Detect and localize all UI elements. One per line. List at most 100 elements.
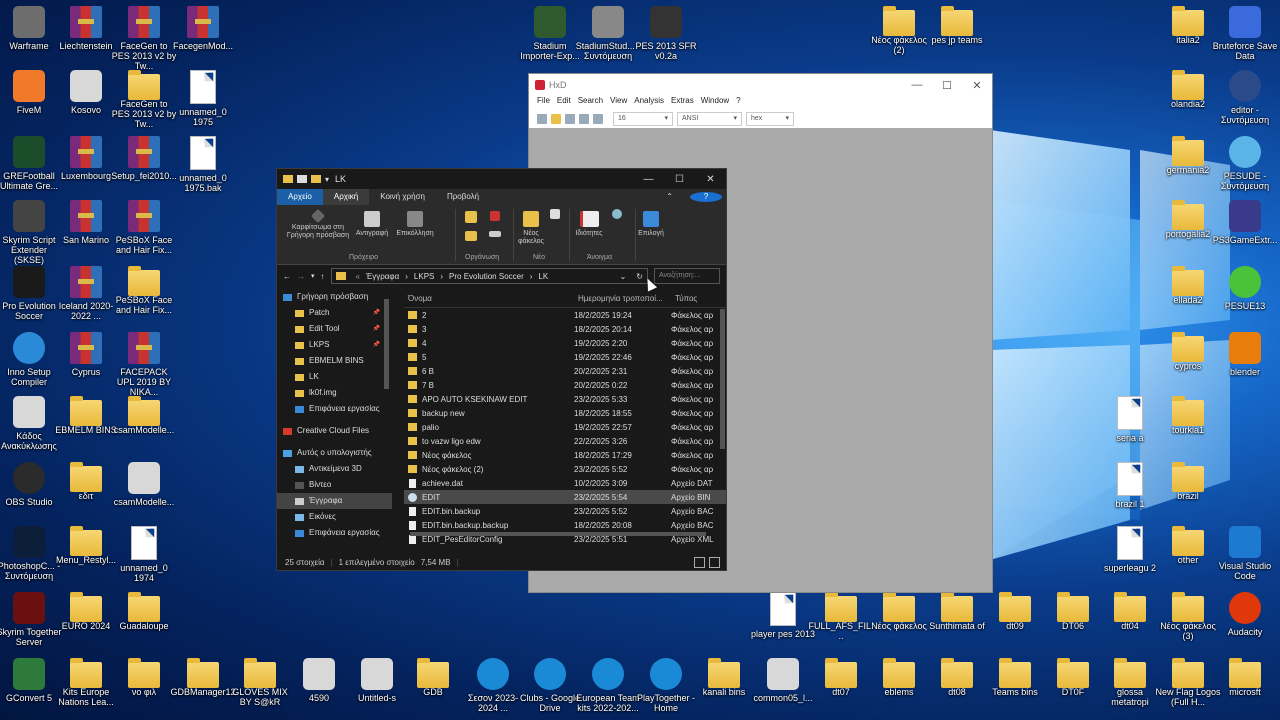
desktop-icon[interactable]: PlayTogether - Home (633, 658, 699, 713)
desktop-icon[interactable]: PES 2013 SFR v0.2a (633, 6, 699, 61)
file-row[interactable]: backup new 18/2/2025 18:55 Φάκελος αρ (404, 406, 726, 420)
nav-scrollbar[interactable] (384, 299, 389, 389)
desktop-icon[interactable]: Sunthimata of (924, 592, 990, 631)
desktop-icon[interactable]: FaceGen to PES 2013 v2 by Tw... (111, 70, 177, 129)
desktop-icon[interactable]: PESUDE - Συντόμευση (1212, 136, 1278, 191)
nav-item[interactable]: Επιφάνεια εργασίας (277, 401, 392, 417)
menu-extras[interactable]: Extras (671, 96, 694, 110)
file-row[interactable]: EDIT.bin.backup.backup 18/2/2025 20:08 Αρχ… (404, 518, 726, 532)
nav-item[interactable]: Αντικείμενα 3D (277, 461, 392, 477)
file-row[interactable]: 3 18/2/2025 20:14 Φάκελος αρ (404, 322, 726, 336)
desktop-icon[interactable]: νο φιλ (111, 658, 177, 697)
desktop-icon[interactable]: unnamed_0 1975.bak (170, 136, 236, 193)
nav-item[interactable]: Εικόνες (277, 509, 392, 525)
forward-arrow-icon[interactable]: → (297, 272, 305, 281)
minimize-button[interactable]: — (633, 174, 664, 185)
address-bar[interactable]: « Έγγραφα › LKPS › Pro Evolution Soccer … (330, 268, 648, 284)
desktop-icon[interactable]: Kits Europe Nations Lea... (53, 658, 119, 707)
desktop-icon[interactable]: csamModelle... (111, 462, 177, 507)
column-name[interactable]: Όνομα (404, 294, 578, 303)
nav-item[interactable]: Επιφάνεια εργασίας (277, 525, 392, 541)
open-button[interactable] (609, 209, 625, 222)
desktop-icon[interactable]: Bruteforce Save Data (1212, 6, 1278, 61)
search-input[interactable]: Αναζήτηση:... (654, 268, 720, 284)
pin-quick-access-button[interactable]: Καρφίτσωμα στη Γρήγορη πρόσβαση (283, 208, 353, 240)
menu-view[interactable]: View (610, 96, 627, 110)
desktop-icon[interactable]: EBMELM BINS (53, 396, 119, 435)
desktop-icon[interactable]: GDB (400, 658, 466, 697)
file-row[interactable]: achieve.dat 10/2/2025 3:09 Αρχείο DAT (404, 476, 726, 490)
tab-view[interactable]: Προβολή (436, 189, 490, 205)
desktop-icon[interactable]: PS3GameExtr... (1212, 200, 1278, 245)
desktop-icon[interactable]: Kosovo (53, 70, 119, 115)
desktop-icon[interactable]: Setup_fei2010... (111, 136, 177, 181)
menu-edit[interactable]: Edit (557, 96, 571, 110)
properties-quick-icon[interactable] (297, 175, 307, 183)
desktop-icon[interactable]: brazil (1155, 462, 1221, 501)
desktop-icon[interactable]: Liechtenstein (53, 6, 119, 51)
desktop-icon[interactable]: FACEPACK UPL 2019 BY NIKA... (111, 332, 177, 397)
desktop-icon[interactable]: Stadium Importer-Exp... (517, 6, 583, 61)
copy-button[interactable]: Αντιγραφή (355, 211, 389, 238)
nav-item[interactable]: Βίντεο (277, 477, 392, 493)
desktop-icon[interactable]: εδιτ (53, 462, 119, 501)
desktop-icon[interactable]: pes jp teams (924, 6, 990, 45)
disk-icon[interactable] (593, 114, 603, 124)
large-icons-view-icon[interactable] (709, 556, 720, 568)
nav-item[interactable]: Creative Cloud Files (277, 423, 392, 439)
desktop-icon[interactable]: Luxembourg (53, 136, 119, 181)
desktop-icon[interactable]: superleagu 2 (1097, 526, 1163, 573)
desktop-icon[interactable]: dt09 (982, 592, 1048, 631)
bytes-per-row-select[interactable]: 16 ▾ (613, 112, 673, 126)
vertical-scrollbar[interactable] (720, 309, 725, 449)
delete-button[interactable] (485, 211, 505, 224)
close-button[interactable]: ✕ (695, 174, 726, 185)
refresh-icon[interactable]: ↻ (636, 272, 643, 281)
nav-item[interactable]: LK (277, 369, 392, 385)
desktop-icon[interactable]: microsft (1212, 658, 1278, 697)
desktop-icon[interactable]: csamModelle... (111, 396, 177, 435)
nav-item[interactable]: Edit Tool 📌 (277, 321, 392, 337)
file-row[interactable]: APO AUTO KSEKINAW EDIT 23/2/2025 5:33 Φάκε… (404, 392, 726, 406)
file-row[interactable]: 2 18/2/2025 19:24 Φάκελος αρ (404, 308, 726, 322)
tab-share[interactable]: Κοινή χρήση (369, 189, 436, 205)
desktop-icon[interactable]: FaceGen to PES 2013 v2 by Tw... (111, 6, 177, 71)
desktop-icon[interactable]: Νέος φάκελος (866, 592, 932, 631)
desktop-icon[interactable]: unnamed_0 1974 (111, 526, 177, 583)
column-date[interactable]: Ημερομηνία τροποποί... (578, 294, 675, 303)
desktop-icon[interactable]: Clubs - Google Drive (517, 658, 583, 713)
desktop-icon[interactable]: Visual Studio Code (1212, 526, 1278, 581)
navigation-pane[interactable]: Γρήγορη πρόσβαση Patch 📌 Edit Tool 📌 LKPS 📌 EBM… (277, 289, 392, 554)
desktop-icon[interactable]: Teams bins (982, 658, 1048, 697)
new-folder-quick-icon[interactable] (311, 175, 321, 183)
menu-search[interactable]: Search (578, 96, 603, 110)
desktop-icon[interactable]: 4590 (286, 658, 352, 703)
offset-base-select[interactable]: hex ▾ (746, 112, 794, 126)
desktop-icon[interactable]: editor - Συντόμευση (1212, 70, 1278, 125)
breadcrumb-pes[interactable]: Pro Evolution Soccer (449, 272, 524, 281)
minimize-button[interactable]: — (902, 79, 932, 92)
up-arrow-icon[interactable]: ↑ (321, 272, 325, 281)
desktop-icon[interactable]: Guadaloupe (111, 592, 177, 631)
nav-item[interactable]: Patch 📌 (277, 305, 392, 321)
desktop-icon[interactable]: GLOVES MIX BY S@kR (227, 658, 293, 707)
new-item-button[interactable] (547, 209, 563, 222)
rename-button[interactable] (485, 231, 505, 240)
horizontal-scrollbar[interactable] (410, 532, 706, 536)
move-to-button[interactable] (461, 211, 481, 226)
menu-help[interactable]: ? (736, 96, 740, 110)
menu-window[interactable]: Window (701, 96, 729, 110)
desktop-icon[interactable]: StadiumStud... - Συντόμευση (575, 6, 641, 61)
breadcrumb-overflow[interactable]: « (356, 272, 360, 281)
file-row[interactable]: Νέος φάκελος 18/2/2025 17:29 Φάκελος αρ (404, 448, 726, 462)
desktop-icon[interactable]: kanali bins (691, 658, 757, 697)
desktop-icon[interactable]: dt08 (924, 658, 990, 697)
file-row[interactable]: Νέος φάκελος (2) 23/2/2025 5:52 Φάκελος αρ (404, 462, 726, 476)
desktop-icon[interactable]: glossa metatropi (1097, 658, 1163, 707)
nav-item[interactable]: EBMELM BINS (277, 353, 392, 369)
file-explorer-window[interactable]: ▾ LK — ☐ ✕ Αρχείο Αρχική Κοινή χρήση Προ… (276, 168, 727, 571)
file-row[interactable]: 4 19/2/2025 2:20 Φάκελος αρ (404, 336, 726, 350)
nav-item[interactable]: LKPS 📌 (277, 337, 392, 353)
details-view-icon[interactable] (694, 556, 705, 568)
menu-analysis[interactable]: Analysis (634, 96, 664, 110)
